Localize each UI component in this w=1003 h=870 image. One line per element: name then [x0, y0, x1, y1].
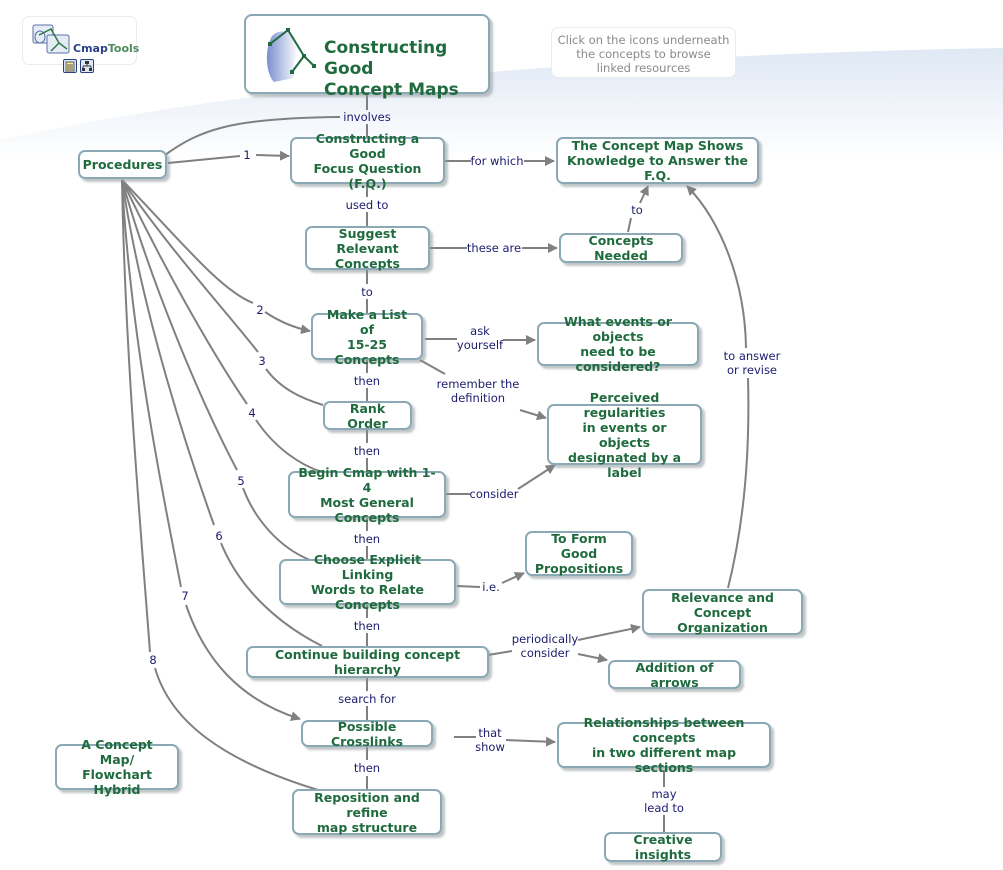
cmaptools-wordmark: CmapTools [73, 42, 140, 55]
concept-relationships-between[interactable]: Relationships between concepts in two di… [557, 715, 771, 775]
concept-perceived-regularities[interactable]: Perceived regularities in events or obje… [547, 390, 702, 480]
concept-continue-building[interactable]: Continue building concept hierarchy [246, 646, 489, 678]
concept-concepts-needed[interactable]: Concepts Needed [559, 233, 683, 263]
hint-note: Click on the icons underneath the concep… [551, 27, 736, 78]
concept-map-resource-icon[interactable] [80, 59, 94, 73]
title-concept[interactable]: Constructing Good Concept Maps [244, 14, 490, 100]
link-then-choose[interactable]: then [354, 532, 380, 546]
step-number-7[interactable]: 7 [181, 589, 188, 603]
head-with-concept-map-icon [266, 28, 316, 82]
concept-choose-linking-words[interactable]: Choose Explicit Linking Words to Relate … [279, 552, 456, 612]
concept-begin-cmap[interactable]: Begin Cmap with 1-4 Most General Concept… [288, 465, 446, 525]
link-ie[interactable]: i.e. [482, 580, 500, 594]
link-to-list[interactable]: to [361, 285, 373, 299]
document-resource-icon[interactable] [63, 59, 77, 73]
link-consider[interactable]: consider [470, 487, 519, 501]
link-then-continue[interactable]: then [354, 619, 380, 633]
step-number-5[interactable]: 5 [237, 474, 244, 488]
link-search-for[interactable]: search for [338, 692, 396, 706]
link-that-show[interactable]: that show [475, 726, 505, 754]
concept-relevance-organization[interactable]: Relevance and Concept Organization [642, 589, 803, 635]
link-used-to[interactable]: used to [346, 198, 389, 212]
link-to-map[interactable]: to [631, 203, 643, 217]
step-number-2[interactable]: 2 [256, 303, 263, 317]
step-number-8[interactable]: 8 [149, 653, 156, 667]
concept-suggest-relevant[interactable]: Suggest Relevant Concepts [305, 226, 430, 271]
concept-procedures[interactable]: Procedures [78, 150, 167, 179]
concept-rank-order[interactable]: Rank Order [323, 401, 412, 431]
concept-addition-of-arrows[interactable]: Addition of arrows [608, 660, 741, 690]
step-number-4[interactable]: 4 [248, 406, 255, 420]
link-involves[interactable]: involves [343, 110, 390, 124]
link-for-which[interactable]: for which [471, 154, 524, 168]
concept-form-propositions[interactable]: To Form Good Propositions [525, 531, 633, 576]
concept-map-flowchart-hybrid[interactable]: A Concept Map/ Flowchart Hybrid [55, 737, 179, 797]
concept-what-events[interactable]: What events or objects need to be consid… [537, 314, 699, 374]
link-to-answer-or-revise[interactable]: to answer or revise [724, 349, 781, 377]
title-text: Constructing Good Concept Maps [324, 38, 459, 100]
link-then-begin[interactable]: then [354, 444, 380, 458]
link-these-are[interactable]: these are [467, 241, 521, 255]
link-then-rank[interactable]: then [354, 374, 380, 388]
cmaptools-logo: CmapTools [22, 16, 140, 65]
step-number-6[interactable]: 6 [215, 529, 222, 543]
link-ask-yourself[interactable]: ask yourself [457, 324, 503, 352]
cmaptools-logo-icon [32, 24, 70, 54]
link-remember-definition[interactable]: remember the definition [437, 377, 520, 405]
concept-make-list[interactable]: Make a List of 15-25 Concepts [311, 307, 423, 367]
concept-possible-crosslinks[interactable]: Possible Crosslinks [301, 719, 433, 749]
concept-reposition-refine[interactable]: Reposition and refine map structure [292, 789, 442, 835]
link-then-reposition[interactable]: then [354, 761, 380, 775]
concept-map-shows-knowledge[interactable]: The Concept Map Shows Knowledge to Answe… [556, 137, 759, 184]
link-periodically-consider[interactable]: periodically consider [512, 632, 578, 660]
step-number-1[interactable]: 1 [243, 148, 250, 162]
step-number-3[interactable]: 3 [258, 354, 265, 368]
edge-step-1 [167, 155, 289, 163]
link-may-lead-to[interactable]: may lead to [644, 787, 684, 815]
concept-focus-question[interactable]: Constructing a Good Focus Question (F.Q.… [290, 131, 445, 191]
concept-creative-insights[interactable]: Creative insights [604, 832, 722, 862]
